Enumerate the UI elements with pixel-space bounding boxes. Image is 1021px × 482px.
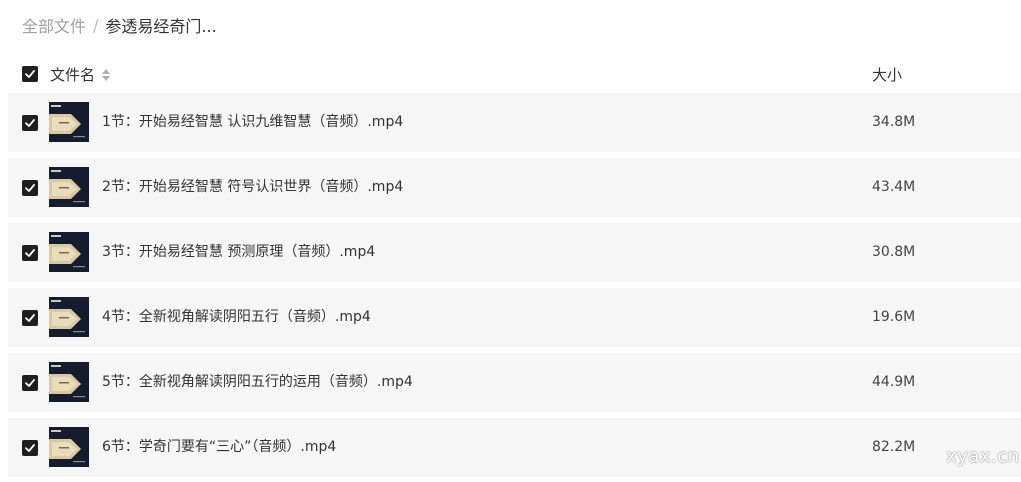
video-thumbnail-icon[interactable]	[49, 167, 89, 207]
checkmark-icon	[25, 314, 35, 322]
file-name[interactable]: 5节：全新视角解读阴阳五行的运用（音频）.mp4	[102, 353, 413, 412]
file-size: 44.9M	[872, 374, 916, 390]
checkmark-icon	[25, 249, 35, 257]
checkmark-icon	[25, 184, 35, 192]
file-name[interactable]: 3节：开始易经智慧 预测原理（音频）.mp4	[102, 223, 375, 282]
file-name[interactable]: 2节：开始易经智慧 符号认识世界（音频）.mp4	[102, 158, 403, 217]
file-name[interactable]: 1节：开始易经智慧 认识九维智慧（音频）.mp4	[102, 93, 403, 152]
file-row[interactable]: 3节：开始易经智慧 预测原理（音频）.mp4 30.8M	[8, 223, 1021, 282]
file-name[interactable]: 6节：学奇门要有“三心”（音频）.mp4	[102, 418, 336, 477]
video-thumbnail-icon[interactable]	[49, 362, 89, 402]
checkmark-icon	[25, 379, 35, 387]
file-list-page: 全部文件 / 参透易经奇门... 文件名 大小 1节：开始易经智慧 认识九维智慧…	[0, 0, 1021, 482]
file-checkbox[interactable]	[22, 440, 38, 456]
file-checkbox[interactable]	[22, 115, 38, 131]
file-row[interactable]: 5节：全新视角解读阴阳五行的运用（音频）.mp4 44.9M	[8, 353, 1021, 412]
breadcrumb-root-link[interactable]: 全部文件	[22, 13, 86, 37]
file-checkbox[interactable]	[22, 245, 38, 261]
list-header: 文件名 大小	[0, 58, 1021, 90]
file-row[interactable]: 1节：开始易经智慧 认识九维智慧（音频）.mp4 34.8M	[8, 93, 1021, 152]
checkmark-icon	[25, 444, 35, 452]
video-thumbnail-icon[interactable]	[49, 102, 89, 142]
column-header-name-label: 文件名	[50, 66, 96, 84]
column-header-name[interactable]: 文件名	[50, 64, 111, 85]
breadcrumb-separator: /	[93, 15, 99, 35]
file-checkbox[interactable]	[22, 375, 38, 391]
file-size: 82.2M	[872, 439, 916, 455]
file-row[interactable]: 4节：全新视角解读阴阳五行（音频）.mp4 19.6M	[8, 288, 1021, 347]
sort-updown-icon[interactable]	[102, 68, 111, 81]
file-size: 43.4M	[872, 179, 916, 195]
file-size: 19.6M	[872, 309, 916, 325]
video-thumbnail-icon[interactable]	[49, 232, 89, 272]
file-row[interactable]: 6节：学奇门要有“三心”（音频）.mp4 82.2M	[8, 418, 1021, 477]
file-size: 34.8M	[872, 114, 916, 130]
watermark-text: xyax.cn	[946, 446, 1020, 467]
file-row[interactable]: 2节：开始易经智慧 符号认识世界（音频）.mp4 43.4M	[8, 158, 1021, 217]
checkmark-icon	[25, 70, 35, 78]
video-thumbnail-icon[interactable]	[49, 427, 89, 467]
file-checkbox[interactable]	[22, 180, 38, 196]
breadcrumb-current: 参透易经奇门...	[105, 17, 217, 36]
checkmark-icon	[25, 119, 35, 127]
video-thumbnail-icon[interactable]	[49, 297, 89, 337]
breadcrumb: 全部文件 / 参透易经奇门...	[22, 12, 217, 38]
file-size: 30.8M	[872, 244, 916, 260]
column-header-size[interactable]: 大小	[872, 64, 902, 85]
file-checkbox[interactable]	[22, 310, 38, 326]
select-all-checkbox[interactable]	[22, 66, 38, 82]
file-name[interactable]: 4节：全新视角解读阴阳五行（音频）.mp4	[102, 288, 371, 347]
